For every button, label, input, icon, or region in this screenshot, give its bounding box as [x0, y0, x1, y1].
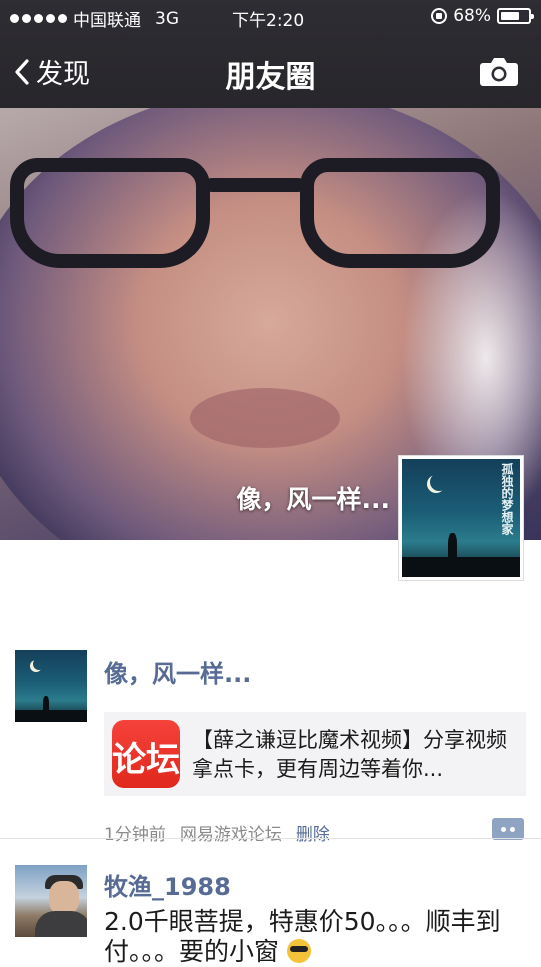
top-bar: 中国联通 3G 下午2:20 68% 发现 朋友圈	[0, 0, 541, 108]
post-author-avatar[interactable]	[15, 650, 87, 722]
sunglasses-emoji-icon	[286, 939, 311, 963]
status-left: 中国联通 3G	[10, 6, 179, 31]
battery-percent: 68%	[453, 6, 491, 26]
feed-post: 像，风一样... 论坛 【薛之谦逗比魔术视频】分享视频拿点卡，更有周边等着你..…	[0, 620, 541, 845]
camera-icon[interactable]	[479, 55, 519, 87]
network-label: 3G	[155, 8, 179, 29]
shared-link-title: 【薛之谦逗比魔术视频】分享视频拿点卡，更有周边等着你...	[192, 728, 507, 781]
post-text: 2.0千眼菩提，特惠价50。。。顺丰到付。。。要的小窗	[104, 907, 524, 967]
battery-icon	[497, 8, 534, 24]
chevron-left-icon	[15, 58, 29, 85]
carrier-label: 中国联通	[73, 11, 141, 31]
forum-app-icon: 论坛	[112, 720, 180, 788]
comment-icon[interactable]	[492, 818, 524, 840]
post-author-name[interactable]: 像，风一样...	[104, 654, 251, 689]
back-label: 发现	[36, 59, 90, 90]
status-time: 下午2:20	[232, 11, 305, 31]
forum-app-icon-text: 论坛	[112, 740, 180, 780]
rotation-lock-icon	[431, 8, 448, 24]
post-author-avatar[interactable]	[15, 865, 87, 937]
signal-strength-icon	[10, 14, 67, 23]
status-bar: 中国联通 3G 下午2:20 68%	[0, 6, 541, 31]
avatar-image: 孤独的梦想家	[402, 459, 520, 577]
avatar-art-title: 孤独的梦想家	[500, 463, 514, 535]
cover-user-name: 像，风一样...	[236, 485, 391, 514]
status-right: 68%	[431, 6, 534, 26]
back-button[interactable]: 发现	[14, 52, 90, 91]
shared-link-card[interactable]: 论坛 【薛之谦逗比魔术视频】分享视频拿点卡，更有周边等着你...	[104, 712, 526, 796]
post-author-name[interactable]: 牧渔_1988	[104, 867, 231, 902]
my-avatar[interactable]: 孤独的梦想家	[398, 455, 524, 581]
feed-post: 牧渔_1988 2.0千眼菩提，特惠价50。。。顺丰到付。。。要的小窗	[0, 839, 541, 966]
